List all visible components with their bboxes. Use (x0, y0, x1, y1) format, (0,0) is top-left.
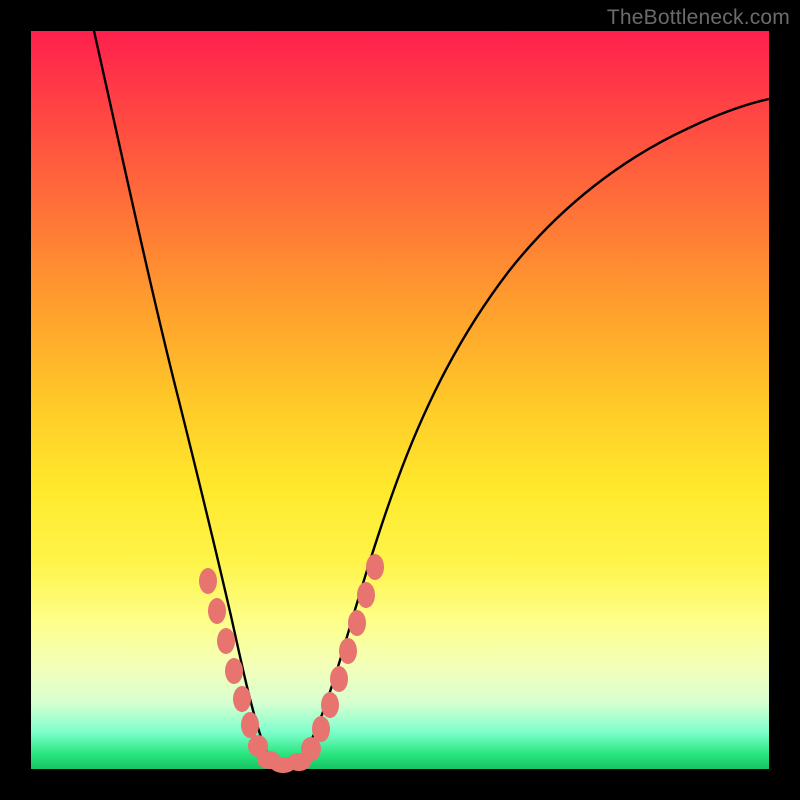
chart-frame: TheBottleneck.com (0, 0, 800, 800)
watermark-text: TheBottleneck.com (607, 6, 790, 30)
bottleneck-curve (31, 31, 769, 769)
plot-area (31, 31, 769, 769)
curve-path (94, 31, 769, 767)
highlight-dots (199, 554, 384, 773)
